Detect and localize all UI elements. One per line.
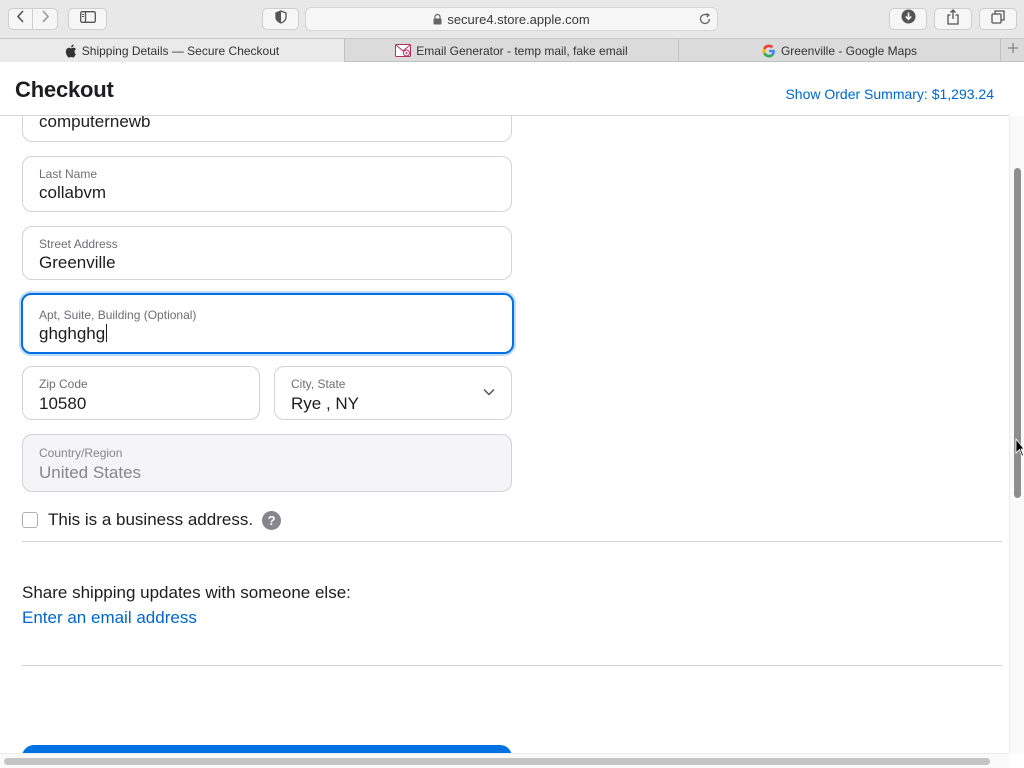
business-address-checkbox[interactable] <box>22 512 38 528</box>
chevron-down-icon <box>483 388 495 396</box>
zip-code-field[interactable]: Zip Code 10580 <box>22 366 260 420</box>
last-name-label: Last Name <box>39 167 98 181</box>
address-bar[interactable]: secure4.store.apple.com <box>305 7 718 31</box>
help-icon[interactable]: ? <box>262 510 282 530</box>
shield-icon <box>274 9 287 29</box>
city-state-value: Rye , NY <box>291 394 360 413</box>
tab-title: Greenville - Google Maps <box>780 43 918 58</box>
city-state-select[interactable]: City, State Rye , NY <box>274 366 512 420</box>
chevron-left-icon <box>16 10 25 28</box>
forward-button[interactable] <box>33 8 58 30</box>
last-name-value: collabvm <box>39 183 107 202</box>
tab-title: Shipping Details — Secure Checkout <box>81 43 280 58</box>
browser-toolbar: secure4.store.apple.com <box>0 0 1024 38</box>
url-text: secure4.store.apple.com <box>447 11 590 27</box>
apt-suite-value-wrap: ghghghg <box>39 324 108 344</box>
privacy-report-button[interactable] <box>262 8 299 30</box>
street-address-label: Street Address <box>39 237 118 251</box>
tab-bar: Shipping Details — Secure Checkout Email… <box>0 38 1024 62</box>
text-caret <box>106 324 108 342</box>
vertical-scrollbar[interactable] <box>1009 116 1024 753</box>
google-icon <box>762 44 776 58</box>
back-button[interactable] <box>8 8 33 30</box>
download-icon <box>901 9 916 29</box>
business-address-label[interactable]: This is a business address. <box>48 510 253 530</box>
zip-code-label: Zip Code <box>39 377 88 391</box>
apt-suite-label: Apt, Suite, Building (Optional) <box>39 308 197 322</box>
country-region-value: United States <box>39 463 142 482</box>
tab-shipping-details[interactable]: Shipping Details — Secure Checkout <box>0 39 345 62</box>
sidebar-icon <box>79 10 96 28</box>
apt-suite-value: ghghghg <box>39 324 106 343</box>
downloads-button[interactable] <box>889 8 927 30</box>
tab-overview-button[interactable] <box>979 8 1017 30</box>
business-address-row: This is a business address. ? <box>22 509 282 531</box>
divider <box>22 541 1002 542</box>
last-name-field[interactable]: Last Name collabvm <box>22 156 512 212</box>
enter-email-link[interactable]: Enter an email address <box>22 608 197 628</box>
tab-email-generator[interactable]: Email Generator - temp mail, fake email <box>345 39 679 62</box>
chevron-right-icon <box>41 10 50 28</box>
email-generator-icon <box>395 44 412 57</box>
new-tab-button[interactable] <box>1001 39 1024 61</box>
apt-suite-field[interactable]: Apt, Suite, Building (Optional) ghghghg <box>21 293 514 354</box>
share-icon <box>946 8 960 30</box>
reload-icon[interactable] <box>698 12 712 26</box>
tab-title: Email Generator - temp mail, fake email <box>416 43 628 58</box>
horizontal-scroll-thumb[interactable] <box>4 758 990 765</box>
plus-icon <box>1007 41 1019 59</box>
horizontal-scrollbar[interactable] <box>0 753 1009 768</box>
country-region-field: Country/Region United States <box>22 434 512 492</box>
checkout-header: Checkout Show Order Summary: $1,293.24 <box>0 63 1009 116</box>
divider <box>22 665 1002 666</box>
street-address-field[interactable]: Street Address Greenville <box>22 226 512 280</box>
apple-icon <box>65 44 77 58</box>
share-updates-heading: Share shipping updates with someone else… <box>22 583 351 602</box>
sidebar-toggle-button[interactable] <box>68 8 107 30</box>
tab-google-maps[interactable]: Greenville - Google Maps <box>679 39 1001 62</box>
zip-code-value: 10580 <box>39 394 87 413</box>
order-summary-link[interactable]: Show Order Summary: $1,293.24 <box>785 86 994 102</box>
city-state-label: City, State <box>291 377 346 391</box>
lock-icon <box>433 13 442 25</box>
mouse-cursor-icon <box>1015 438 1024 458</box>
share-button[interactable] <box>934 8 972 30</box>
country-region-label: Country/Region <box>39 446 123 460</box>
tabs-icon <box>991 9 1005 29</box>
street-address-value: Greenville <box>39 253 116 272</box>
page-title: Checkout <box>15 77 114 102</box>
